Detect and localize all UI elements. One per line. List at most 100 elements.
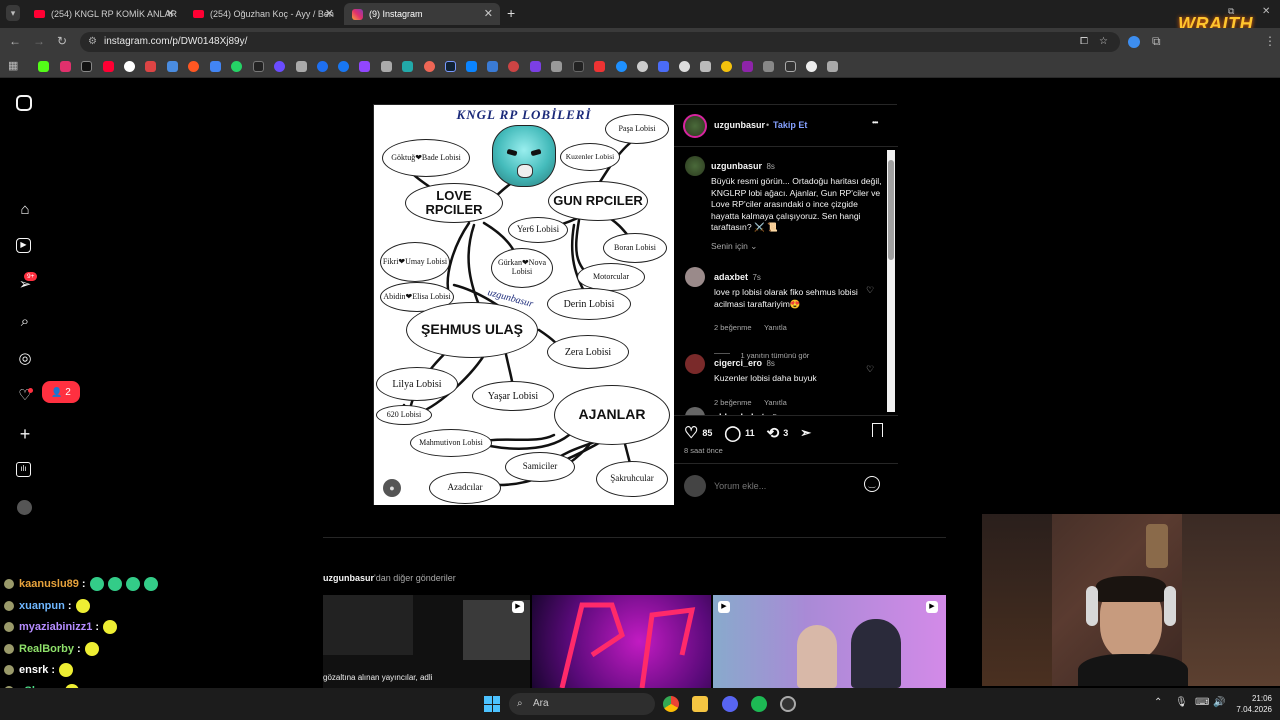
instagram-logo-icon[interactable] [16, 95, 32, 111]
caption-avatar[interactable] [685, 156, 705, 176]
file-explorer-icon[interactable] [692, 696, 708, 712]
comment-like-icon[interactable]: ♡ [866, 285, 874, 296]
bookmark-icon[interactable] [594, 61, 605, 72]
comment-avatar[interactable] [685, 267, 705, 287]
bookmark-icon[interactable] [424, 61, 435, 72]
install-icon[interactable]: ⧠ [1080, 32, 1088, 52]
home-icon[interactable]: ⌂ [16, 201, 34, 219]
bookmark-icon[interactable] [551, 61, 562, 72]
tagged-user-icon[interactable]: ● [383, 479, 401, 497]
bookmark-icon[interactable] [402, 61, 413, 72]
extension-icon[interactable] [1128, 36, 1140, 48]
comment-likes[interactable]: 2 beğenme [714, 323, 752, 332]
bookmark-reddit-icon[interactable] [188, 61, 199, 72]
save-bookmark-icon[interactable] [872, 423, 883, 437]
emoji-icon[interactable]: ‿ [864, 476, 880, 492]
search-icon[interactable]: ⌕ [16, 313, 34, 331]
apps-grid-icon[interactable]: ▦ [8, 59, 18, 72]
bookmark-icon[interactable] [253, 61, 264, 72]
discord-icon[interactable] [722, 696, 738, 712]
volume-icon[interactable]: 🔊 [1213, 697, 1225, 708]
author-username[interactable]: uzgunbasur [714, 120, 765, 130]
explore-icon[interactable]: ◎ [16, 350, 34, 368]
bookmark-icon[interactable] [637, 61, 648, 72]
close-icon[interactable]: ✕ [484, 7, 493, 20]
url-bar[interactable]: ⚙ instagram.com/p/DW0148Xj89y/ ⧠ ☆ [80, 32, 1120, 52]
more-post-thumb[interactable] [532, 595, 711, 688]
tab-search-button[interactable]: ▾ [6, 5, 20, 21]
bookmark-icon[interactable] [508, 61, 519, 72]
bookmark-icon[interactable] [785, 61, 796, 72]
bookmark-icon[interactable] [317, 61, 328, 72]
comment-username[interactable]: cigerci_ero [714, 358, 762, 368]
microphone-icon[interactable]: 🎙 [1175, 697, 1188, 708]
comments-area[interactable]: uzgunbasur 8s Büyük resmi görün... Ortad… [674, 148, 898, 415]
site-info-icon[interactable]: ⚙ [88, 32, 97, 52]
comment-bubble-icon[interactable]: ◯ [724, 424, 741, 442]
comment-likes[interactable]: 2 beğenme [714, 398, 752, 407]
bookmark-translate-icon[interactable] [210, 61, 221, 72]
close-icon[interactable]: ✕ [325, 7, 334, 20]
scrollbar[interactable] [887, 150, 895, 412]
tray-chevron-icon[interactable]: ⌃ [1154, 697, 1162, 708]
bookmark-star-icon[interactable]: ☆ [1099, 32, 1108, 52]
tab-youtube-1[interactable]: (254) KNGL RP KOMİK ANLAR ✕ [26, 3, 182, 25]
bookmark-gmail-icon[interactable] [145, 61, 156, 72]
back-icon[interactable]: ← [9, 34, 21, 48]
dashboard-icon[interactable]: ılı [16, 462, 31, 477]
bookmark-google-icon[interactable] [124, 61, 135, 72]
extensions-puzzle-icon[interactable]: ⧉ [1152, 34, 1161, 49]
reload-icon[interactable]: ↻ [57, 34, 67, 48]
close-window-icon[interactable]: ✕ [1262, 6, 1270, 17]
bookmark-icon[interactable] [700, 61, 711, 72]
create-icon[interactable]: + [16, 425, 34, 443]
comment-avatar[interactable] [685, 354, 705, 374]
comment-like-icon[interactable]: ♡ [866, 364, 874, 375]
taskbar-search[interactable]: ⌕ Ara [509, 693, 655, 715]
network-icon[interactable]: ⌨ [1195, 697, 1209, 708]
bookmark-icon[interactable] [445, 61, 456, 72]
bookmark-facebook-icon[interactable] [338, 61, 349, 72]
more-post-thumb[interactable]: ▶ gözaltına alınan yayıncılar, adli [323, 595, 530, 688]
bookmark-icon[interactable] [167, 61, 178, 72]
activity-popup[interactable]: 👤 2 [42, 381, 80, 403]
bookmark-icon[interactable] [381, 61, 392, 72]
bookmark-icon[interactable] [573, 61, 584, 72]
bookmark-twitch-icon[interactable] [359, 61, 370, 72]
app-icon[interactable] [780, 696, 796, 712]
bookmark-kick-icon[interactable] [38, 61, 49, 72]
bookmark-icon[interactable] [296, 61, 307, 72]
start-icon[interactable] [484, 696, 500, 712]
bookmark-x-icon[interactable] [81, 61, 92, 72]
bookmark-instagram-icon[interactable] [60, 61, 71, 72]
menu-icon[interactable]: ⋮ [1264, 34, 1276, 48]
like-count[interactable]: 85 [702, 428, 712, 438]
repost-icon[interactable]: ⟲ [767, 424, 780, 442]
bookmark-icon[interactable] [679, 61, 690, 72]
bookmark-whatsapp-icon[interactable] [231, 61, 242, 72]
reels-icon[interactable]: ▶ [16, 238, 31, 253]
bookmark-icon[interactable] [466, 61, 477, 72]
comment-filter[interactable]: Senin için ⌄ [711, 241, 757, 252]
like-heart-icon[interactable]: ♡ [684, 423, 698, 443]
bookmark-icon[interactable] [806, 61, 817, 72]
comment-count[interactable]: 11 [745, 428, 755, 438]
clock[interactable]: 21:06 7.04.2026 [1228, 693, 1272, 715]
bookmark-icon[interactable] [827, 61, 838, 72]
bookmark-icon[interactable] [721, 61, 732, 72]
scrollbar-thumb[interactable] [888, 160, 894, 260]
comment-avatar[interactable] [685, 407, 705, 415]
bookmark-icon[interactable] [742, 61, 753, 72]
follow-button[interactable]: Takip Et [773, 120, 807, 130]
spotify-icon[interactable] [751, 696, 767, 712]
share-icon[interactable]: ➣ [800, 425, 811, 441]
caption-username[interactable]: uzgunbasur [711, 161, 762, 171]
chrome-icon[interactable] [663, 696, 679, 712]
tab-youtube-2[interactable]: (254) Oğuzhan Koç - Ayy / Ben ✕ [185, 3, 341, 25]
profile-avatar[interactable] [17, 500, 32, 515]
comment-username[interactable]: adaxbet [714, 272, 748, 282]
more-options-icon[interactable]: ••• [872, 118, 878, 127]
more-post-thumb[interactable]: ▶ ▶ [713, 595, 946, 688]
reply-button[interactable]: Yanıtla [764, 398, 787, 407]
reply-button[interactable]: Yanıtla [764, 323, 787, 332]
